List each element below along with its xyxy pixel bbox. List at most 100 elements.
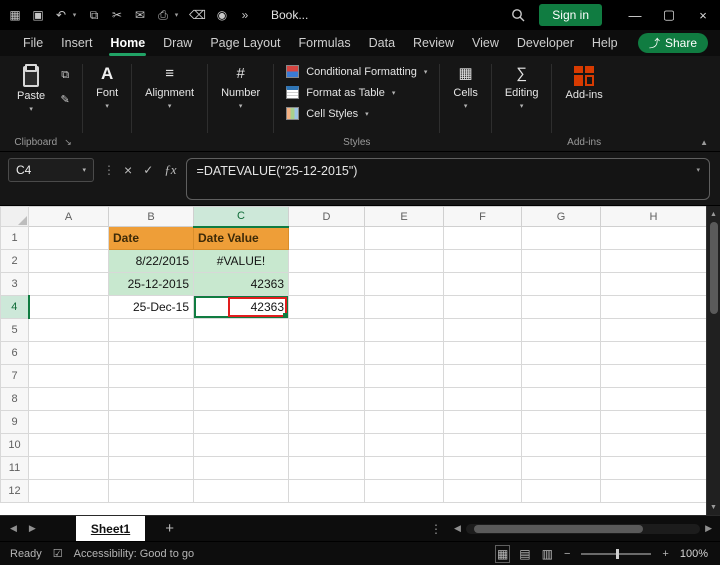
page-break-preview-icon[interactable]: ▥: [542, 547, 553, 561]
col-header-D[interactable]: D: [288, 206, 365, 227]
enter-icon[interactable]: ✓: [143, 163, 153, 177]
cell-E1[interactable]: [364, 226, 444, 250]
horizontal-scroll-track[interactable]: [465, 523, 701, 534]
col-header-B[interactable]: B: [108, 206, 194, 227]
col-header-E[interactable]: E: [364, 206, 444, 227]
cell-A1[interactable]: [28, 226, 109, 250]
cell-A6[interactable]: [28, 341, 109, 365]
cell-A4[interactable]: [28, 295, 109, 319]
cell-C4[interactable]: 42363: [193, 295, 289, 319]
share-button[interactable]: ⤴ Share: [637, 33, 708, 53]
tab-data[interactable]: Data: [360, 30, 404, 56]
cell-G1[interactable]: [521, 226, 601, 250]
add-sheet-button[interactable]: +: [165, 520, 174, 537]
number-button[interactable]: # Number ▾: [214, 61, 267, 113]
cell-D3[interactable]: [288, 272, 365, 296]
row-header-12[interactable]: 12: [0, 479, 29, 503]
cell-C11[interactable]: [193, 456, 289, 480]
conditional-formatting-button[interactable]: Conditional Formatting ▾: [280, 61, 433, 82]
cell-E6[interactable]: [364, 341, 444, 365]
tab-page-layout[interactable]: Page Layout: [201, 30, 289, 56]
cell-B5[interactable]: [108, 318, 194, 342]
tab-draw[interactable]: Draw: [154, 30, 201, 56]
cut-icon[interactable]: ✂: [110, 8, 124, 22]
cell-G6[interactable]: [521, 341, 601, 365]
cell-H4[interactable]: [600, 295, 707, 319]
cell-C2[interactable]: #VALUE!: [193, 249, 289, 273]
row-header-7[interactable]: 7: [0, 364, 29, 388]
zoom-in-icon[interactable]: +: [662, 548, 668, 560]
cell-C6[interactable]: [193, 341, 289, 365]
cell-C3[interactable]: 42363: [193, 272, 289, 296]
cell-H3[interactable]: [600, 272, 707, 296]
cell-B10[interactable]: [108, 433, 194, 457]
cell-D1[interactable]: [288, 226, 365, 250]
normal-view-icon[interactable]: ▦: [494, 544, 511, 563]
cell-D2[interactable]: [288, 249, 365, 273]
cell-D6[interactable]: [288, 341, 365, 365]
row-header-10[interactable]: 10: [0, 433, 29, 457]
cell-H7[interactable]: [600, 364, 707, 388]
col-header-A[interactable]: A: [28, 206, 109, 227]
cell-C9[interactable]: [193, 410, 289, 434]
cell-G9[interactable]: [521, 410, 601, 434]
cell-G12[interactable]: [521, 479, 601, 503]
cell-B6[interactable]: [108, 341, 194, 365]
tab-view[interactable]: View: [463, 30, 508, 56]
hscroll-left-icon[interactable]: ◀: [454, 523, 461, 534]
cell-C7[interactable]: [193, 364, 289, 388]
cell-C12[interactable]: [193, 479, 289, 503]
cell-G8[interactable]: [521, 387, 601, 411]
zoom-slider[interactable]: [581, 548, 652, 559]
vertical-scroll-thumb[interactable]: [709, 222, 718, 314]
cell-E9[interactable]: [364, 410, 444, 434]
cell-G11[interactable]: [521, 456, 601, 480]
tab-file[interactable]: File: [14, 30, 52, 56]
cell-B8[interactable]: [108, 387, 194, 411]
save-icon[interactable]: ▣: [31, 8, 45, 22]
editing-button[interactable]: ∑ Editing ▾: [498, 61, 546, 113]
cell-F11[interactable]: [443, 456, 522, 480]
cell-A12[interactable]: [28, 479, 109, 503]
cell-H2[interactable]: [600, 249, 707, 273]
cell-A7[interactable]: [28, 364, 109, 388]
qat-dropdown-icon[interactable]: ▾: [173, 11, 180, 19]
cell-E11[interactable]: [364, 456, 444, 480]
cell-F7[interactable]: [443, 364, 522, 388]
undo-dropdown-icon[interactable]: ▾: [71, 11, 78, 19]
cell-E12[interactable]: [364, 479, 444, 503]
cell-D9[interactable]: [288, 410, 365, 434]
hscroll-right-icon[interactable]: ▶: [705, 523, 712, 534]
cell-A9[interactable]: [28, 410, 109, 434]
sheet-nav-prev-icon[interactable]: ◀: [10, 523, 17, 534]
cell-G5[interactable]: [521, 318, 601, 342]
cell-C1[interactable]: Date Value: [193, 226, 289, 250]
name-box-dropdown-icon[interactable]: ▾: [82, 166, 86, 174]
cell-G2[interactable]: [521, 249, 601, 273]
ribbon-collapse-icon[interactable]: ▲: [700, 138, 708, 147]
col-header-C[interactable]: C: [193, 206, 289, 228]
cell-B9[interactable]: [108, 410, 194, 434]
formula-input[interactable]: =DATEVALUE("25-12-2015") ▾: [185, 158, 710, 200]
alignment-button[interactable]: ≡ Alignment ▾: [138, 61, 201, 113]
cell-G4[interactable]: [521, 295, 601, 319]
cell-A2[interactable]: [28, 249, 109, 273]
close-button[interactable]: ×: [686, 0, 720, 30]
cell-H5[interactable]: [600, 318, 707, 342]
cell-H8[interactable]: [600, 387, 707, 411]
row-header-6[interactable]: 6: [0, 341, 29, 365]
cell-D5[interactable]: [288, 318, 365, 342]
cell-D8[interactable]: [288, 387, 365, 411]
cell-B7[interactable]: [108, 364, 194, 388]
tab-strip-dots-icon[interactable]: ⋮: [430, 522, 442, 536]
scroll-up-icon[interactable]: ▲: [710, 206, 717, 222]
minimize-button[interactable]: —: [618, 0, 652, 30]
cell-E5[interactable]: [364, 318, 444, 342]
accessibility-status[interactable]: Accessibility: Good to go: [74, 548, 194, 560]
cell-F5[interactable]: [443, 318, 522, 342]
format-as-table-button[interactable]: Format as Table ▾: [280, 82, 433, 103]
cell-C8[interactable]: [193, 387, 289, 411]
clipboard-dialog-launcher-icon[interactable]: ↘: [64, 137, 72, 148]
cell-A10[interactable]: [28, 433, 109, 457]
tab-home[interactable]: Home: [101, 30, 154, 56]
